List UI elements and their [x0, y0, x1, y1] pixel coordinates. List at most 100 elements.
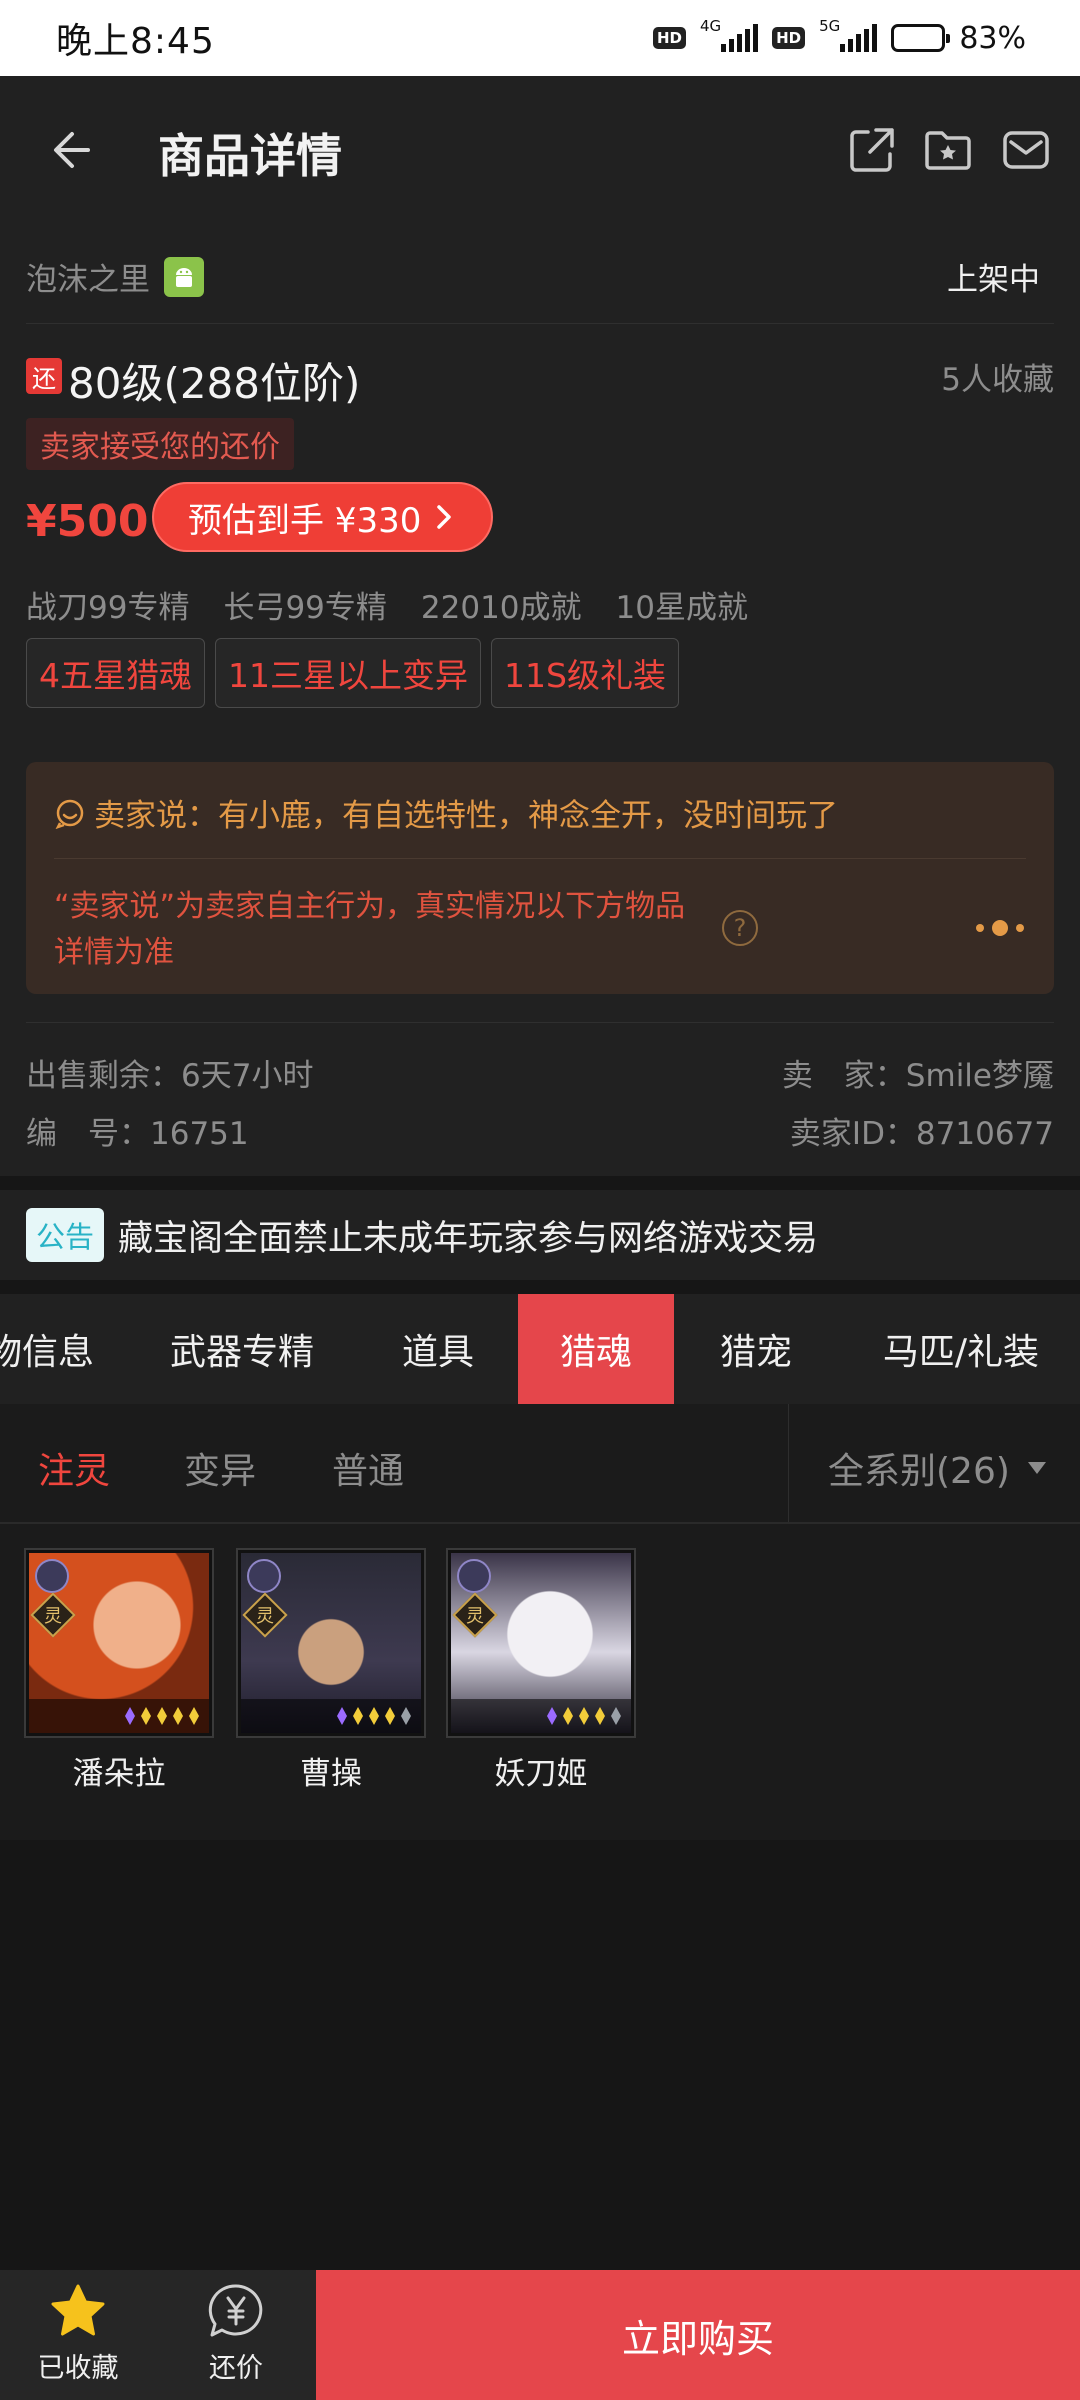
subtab-mutated[interactable]: 变异: [184, 1442, 256, 1494]
specs-list: 战刀99专精 长弓99专精 22010成就 10星成就: [26, 582, 748, 627]
star-gems: [241, 1699, 421, 1733]
bargain-button[interactable]: 还价: [166, 2282, 306, 2385]
price: ¥500: [26, 496, 149, 547]
series-filter-label: 全系别(26): [828, 1451, 1010, 1492]
help-icon[interactable]: ?: [722, 910, 758, 946]
spirit-subtabs: 注灵 变异 普通 全系别(26): [0, 1404, 1080, 1524]
seller-name[interactable]: 卖 家：Smile梦魇: [782, 1050, 1054, 1095]
battery-icon: [891, 24, 951, 52]
subtab-infused[interactable]: 注灵: [38, 1442, 110, 1494]
tab-hunting-pet[interactable]: 猎宠: [690, 1294, 822, 1404]
item-detail-card: 泡沫之里 上架中 还 80级(288位阶) 5人收藏 卖家接受您的还价 ¥500…: [0, 226, 1080, 1176]
divider: [54, 858, 1026, 859]
spirit-card[interactable]: 灵 妖刀姬: [446, 1548, 636, 1793]
rank-icon: [247, 1559, 281, 1593]
spec-item: 10星成就: [615, 590, 748, 626]
seller-says: 卖家说：有小鹿，有自选特性，神念全开，没时间玩了: [54, 790, 838, 835]
spirit-name: 妖刀姬: [494, 1756, 588, 1792]
favorited-button[interactable]: 已收藏: [8, 2282, 148, 2385]
spirit-card[interactable]: 灵 曹操: [236, 1548, 426, 1793]
subtab-normal[interactable]: 普通: [332, 1442, 404, 1494]
tab-label: 猎宠: [719, 1332, 792, 1373]
favorite-count: 5人收藏: [941, 362, 1054, 398]
spirit-portrait: 灵: [24, 1548, 214, 1738]
status-bar: 晚上8:45 HD 4G HD 5G 83%: [0, 0, 1080, 76]
network-4g-label: 4G: [699, 17, 722, 35]
meta-row: 编 号：16751 卖家ID：8710677: [26, 1108, 1054, 1153]
dropdown-arrow-icon: [1027, 1462, 1046, 1474]
bargain-icon: [208, 2284, 263, 2337]
star-gems: [451, 1699, 631, 1733]
tab-label: 道具: [401, 1332, 474, 1373]
buy-now-label: 立即购买: [621, 2316, 774, 2361]
rank-icon: [457, 1559, 491, 1593]
smile-icon: [55, 799, 84, 829]
share-icon[interactable]: [846, 124, 898, 176]
notice-tag: 公告: [26, 1208, 105, 1262]
tab-hunting-spirit[interactable]: 猎魂: [518, 1294, 674, 1404]
infused-badge: 灵: [242, 1592, 288, 1638]
spec-item: 长弓99专精: [223, 590, 387, 626]
tab-mount-outfit[interactable]: 马匹/礼装: [856, 1294, 1066, 1404]
highlight-tag: 4五星猎魂: [26, 638, 205, 708]
spec-item: 战刀99专精: [26, 590, 190, 626]
back-arrow-icon[interactable]: [44, 120, 104, 180]
signal-icon: [721, 24, 759, 52]
infused-badge: 灵: [30, 1592, 76, 1638]
chevron-right-icon: [437, 505, 452, 529]
spirit-portrait: 灵: [446, 1548, 636, 1738]
divider: [26, 1022, 1054, 1023]
tab-label: 物信息: [0, 1332, 94, 1373]
tab-items[interactable]: 道具: [372, 1294, 504, 1404]
bottom-action-bar: 已收藏 还价 立即购买: [0, 2270, 1080, 2400]
seller-says-box: 卖家说：有小鹿，有自选特性，神念全开，没时间玩了 “卖家说”为卖家自主行为，真实…: [26, 762, 1054, 994]
spirit-card[interactable]: 灵 潘朵拉: [24, 1548, 214, 1793]
seller-disclaimer: “卖家说”为卖家自主行为，真实情况以下方物品详情为准: [54, 889, 686, 970]
item-number: 编 号：16751: [26, 1116, 249, 1152]
favorited-label: 已收藏: [37, 2353, 119, 2384]
highlight-tag: 11S级礼装: [491, 638, 679, 708]
notice-banner[interactable]: 公告 藏宝阁全面禁止未成年玩家参与网络游戏交易: [0, 1190, 1080, 1280]
notice-text: 藏宝阁全面禁止未成年玩家参与网络游戏交易: [118, 1218, 819, 1259]
meta-row: 出售剩余：6天7小时 卖 家：Smile梦魇: [26, 1050, 1054, 1095]
battery-percent: 83%: [959, 20, 1026, 56]
item-title: 80级(288位阶): [68, 359, 361, 408]
more-options-icon[interactable]: [976, 920, 1024, 936]
spirit-name: 曹操: [300, 1756, 362, 1792]
spirit-grid: 灵 潘朵拉 灵 曹操 灵 妖刀姬: [0, 1524, 1080, 1840]
tab-weapon-mastery[interactable]: 武器专精: [152, 1294, 332, 1404]
hd-icon-2: HD: [772, 27, 806, 49]
mail-icon[interactable]: [1000, 124, 1052, 176]
highlight-tag: 11三星以上变异: [215, 638, 481, 708]
page-title: 商品详情: [158, 129, 342, 183]
tab-label: 武器专精: [169, 1332, 314, 1373]
bargain-label: 还价: [209, 2353, 263, 2384]
navigation-bar: 商品详情: [0, 76, 1080, 226]
sale-remaining: 出售剩余：6天7小时: [26, 1058, 314, 1094]
highlight-tags: 4五星猎魂 11三星以上变异 11S级礼装: [26, 638, 679, 708]
spirit-portrait: 灵: [236, 1548, 426, 1738]
star-gems: [29, 1699, 209, 1733]
spec-item: 22010成就: [420, 590, 582, 626]
buy-now-button[interactable]: 立即购买: [316, 2270, 1080, 2400]
tab-label: 猎魂: [559, 1332, 632, 1373]
tab-label: 马匹/礼装: [882, 1332, 1040, 1373]
rank-icon: [35, 1559, 69, 1593]
network-5g-label: 5G: [819, 17, 841, 35]
star-icon: [51, 2284, 105, 2336]
estimate-button[interactable]: 预估到手 ¥330: [152, 482, 494, 552]
hd-icon: HD: [652, 27, 686, 49]
divider: [26, 323, 1054, 324]
android-icon: [164, 256, 204, 297]
server-info: 泡沫之里: [26, 254, 204, 299]
series-filter-dropdown[interactable]: 全系别(26): [828, 1442, 1046, 1494]
signal-icon-2: [840, 24, 878, 52]
favorite-folder-icon[interactable]: [922, 124, 974, 176]
tab-role-info[interactable]: 物信息: [0, 1294, 100, 1404]
status-time: 晚上8:45: [56, 21, 215, 62]
accepts-offer-tag: 卖家接受您的还价: [26, 418, 294, 470]
divider: [788, 1404, 789, 1522]
server-name: 泡沫之里: [26, 262, 150, 298]
bargain-badge: 还: [26, 358, 62, 394]
estimate-label: 预估到手 ¥330: [188, 500, 422, 541]
